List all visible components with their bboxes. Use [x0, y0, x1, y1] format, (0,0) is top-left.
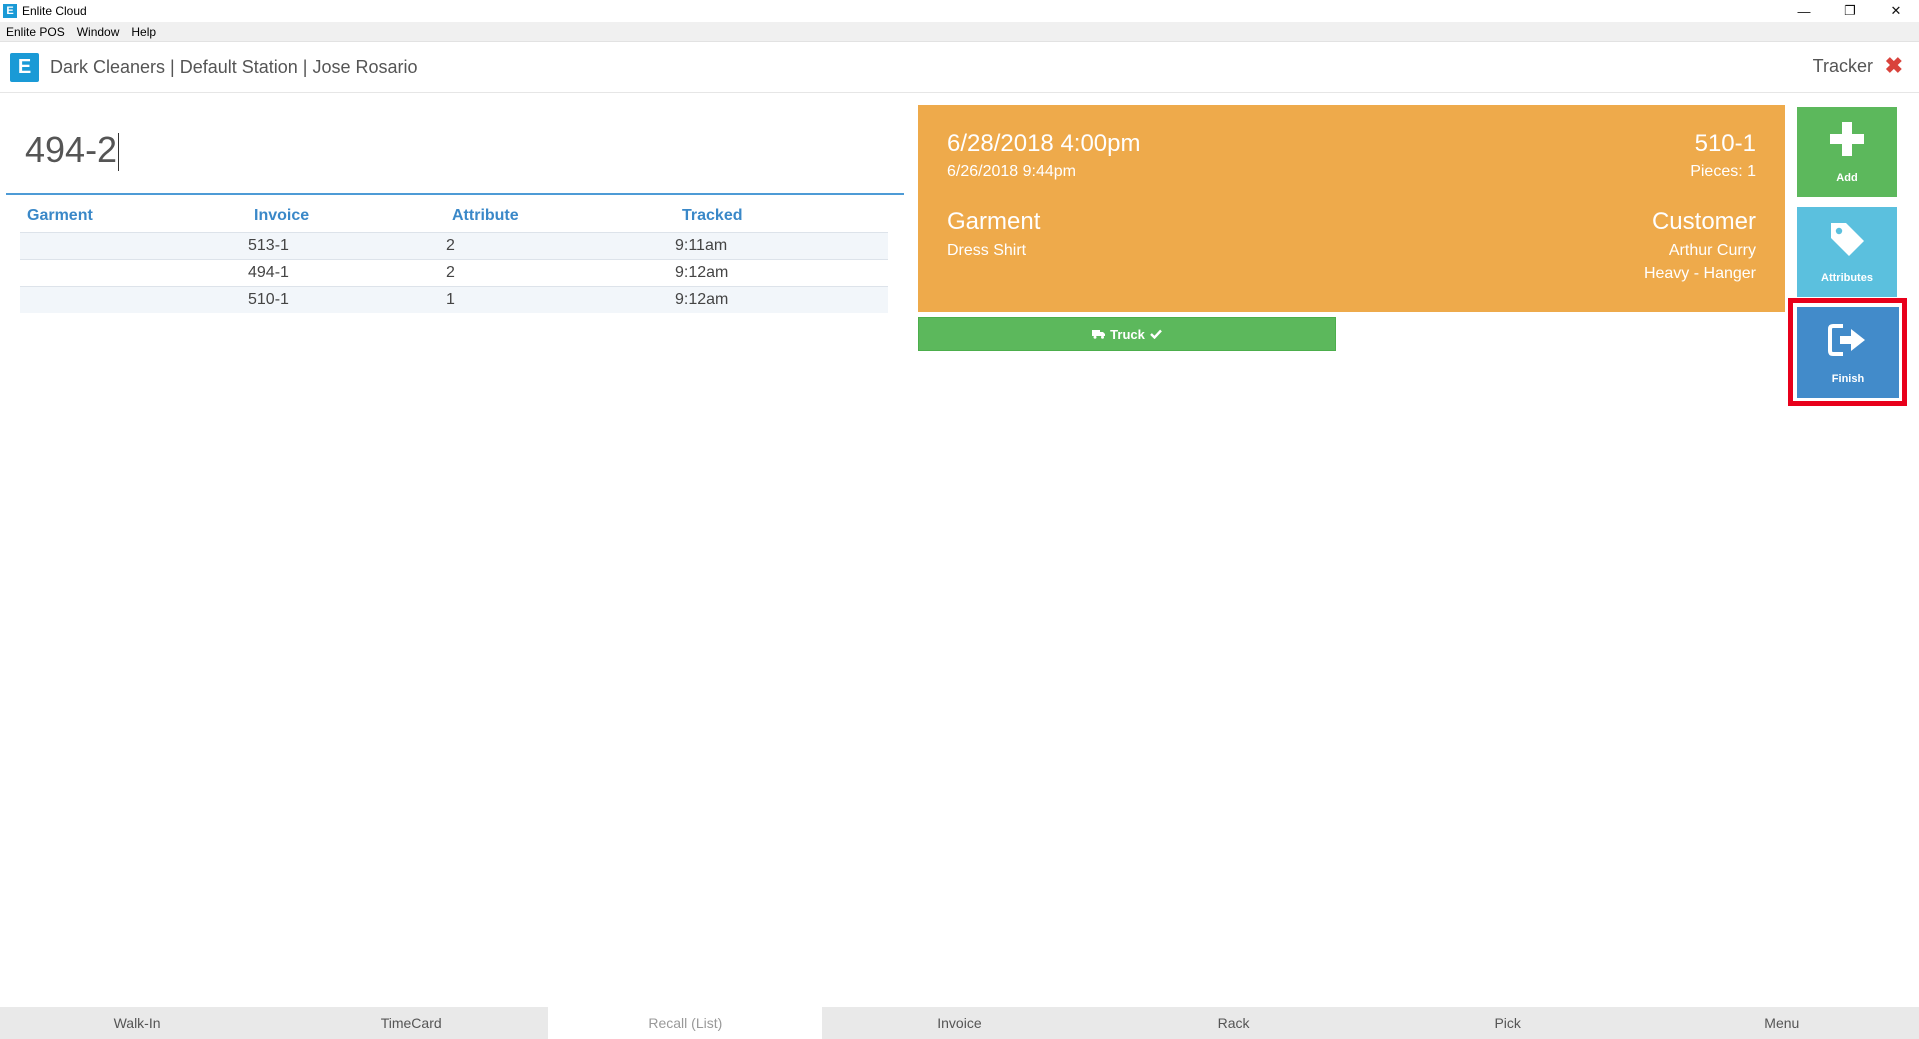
nav-tab-rack[interactable]: Rack	[1096, 1007, 1371, 1039]
finish-button[interactable]: Finish	[1797, 307, 1899, 398]
tag-entry-text: 494-2	[25, 129, 118, 170]
card-pieces: Pieces: 1	[1690, 163, 1756, 180]
restore-button[interactable]: ❐	[1827, 0, 1873, 22]
column-header-invoice: Invoice	[254, 207, 310, 224]
customer-name: Arthur Curry	[1668, 242, 1756, 259]
card-invoice-number: 510-1	[1694, 130, 1756, 157]
route-label: Truck	[1110, 326, 1145, 342]
cell-tracked: 9:12am	[675, 291, 729, 308]
cell-tracked: 9:11am	[675, 237, 728, 254]
menu-window[interactable]: Window	[71, 25, 126, 39]
cell-attribute: 1	[446, 291, 455, 308]
menu-help[interactable]: Help	[125, 25, 162, 39]
customer-attribute: Heavy - Hanger	[1643, 265, 1756, 282]
tracked-table-header: Garment Invoice Attribute Tracked	[20, 200, 888, 232]
breadcrumb: Dark Cleaners | Default Station | Jose R…	[50, 57, 418, 77]
cell-invoice: 494-1	[248, 264, 289, 281]
garment-label: Garment	[947, 208, 1041, 235]
nav-tab-menu[interactable]: Menu	[1644, 1007, 1919, 1039]
garment-value: Dress Shirt	[947, 242, 1027, 259]
truck-icon	[1092, 329, 1106, 339]
minimize-button[interactable]: —	[1781, 0, 1827, 22]
tag-entry-value: 494-2	[25, 129, 120, 172]
app-header: E Dark Cleaners | Default Station | Jose…	[0, 43, 1919, 93]
table-row[interactable]: 513-1 2 9:11am	[20, 232, 888, 259]
finish-button-label: Finish	[1831, 373, 1865, 385]
garment-detail-card: 6/28/2018 4:00pm 6/26/2018 9:44pm 510-1 …	[918, 105, 1785, 312]
add-button-label: Add	[1836, 172, 1858, 184]
table-row[interactable]: 494-1 2 9:12am	[20, 259, 888, 286]
cell-tracked: 9:12am	[675, 264, 729, 281]
drop-date: 6/26/2018 9:44pm	[947, 163, 1076, 180]
nav-tab-walk-in[interactable]: Walk-In	[0, 1007, 275, 1039]
window-title: Enlite Cloud	[22, 4, 87, 18]
app-icon: E	[3, 4, 17, 18]
column-header-attribute: Attribute	[452, 207, 519, 224]
due-date: 6/28/2018 4:00pm	[947, 130, 1141, 157]
nav-tab-invoice[interactable]: Invoice	[822, 1007, 1097, 1039]
bottom-nav: Walk-In TimeCard Recall (List) Invoice R…	[0, 1007, 1919, 1039]
tracked-table-body: 513-1 2 9:11am 494-1 2 9:12am 510-1 1 9:…	[20, 232, 888, 313]
cell-attribute: 2	[446, 264, 455, 281]
check-icon	[1149, 329, 1162, 339]
enlite-logo: E	[10, 53, 39, 82]
menu-enlite-pos[interactable]: Enlite POS	[0, 25, 71, 39]
table-row[interactable]: 510-1 1 9:12am	[20, 286, 888, 313]
add-button[interactable]: Add	[1797, 107, 1897, 197]
column-header-garment: Garment	[27, 207, 93, 224]
route-truck-bar[interactable]: Truck	[918, 317, 1336, 351]
text-caret	[118, 133, 120, 172]
menu-bar: Enlite POS Window Help	[0, 22, 1919, 42]
page-title: Tracker	[1812, 56, 1873, 76]
cell-invoice: 513-1	[248, 237, 289, 254]
cell-invoice: 510-1	[248, 291, 289, 308]
nav-tab-timecard[interactable]: TimeCard	[274, 1007, 549, 1039]
close-window-button[interactable]: ✕	[1873, 0, 1919, 22]
nav-tab-recall-list[interactable]: Recall (List)	[548, 1007, 823, 1039]
window-controls: — ❐ ✕	[1781, 0, 1919, 22]
attributes-button[interactable]: Attributes	[1797, 207, 1897, 297]
tag-entry-field[interactable]: 494-2	[6, 105, 904, 195]
attributes-button-label: Attributes	[1821, 272, 1873, 284]
close-tracker-icon[interactable]: ✖	[1885, 53, 1903, 79]
window-titlebar: E Enlite Cloud — ❐ ✕	[0, 0, 1919, 22]
customer-label: Customer	[1651, 208, 1756, 235]
column-header-tracked: Tracked	[682, 207, 743, 224]
cell-attribute: 2	[446, 237, 455, 254]
nav-tab-pick[interactable]: Pick	[1370, 1007, 1645, 1039]
